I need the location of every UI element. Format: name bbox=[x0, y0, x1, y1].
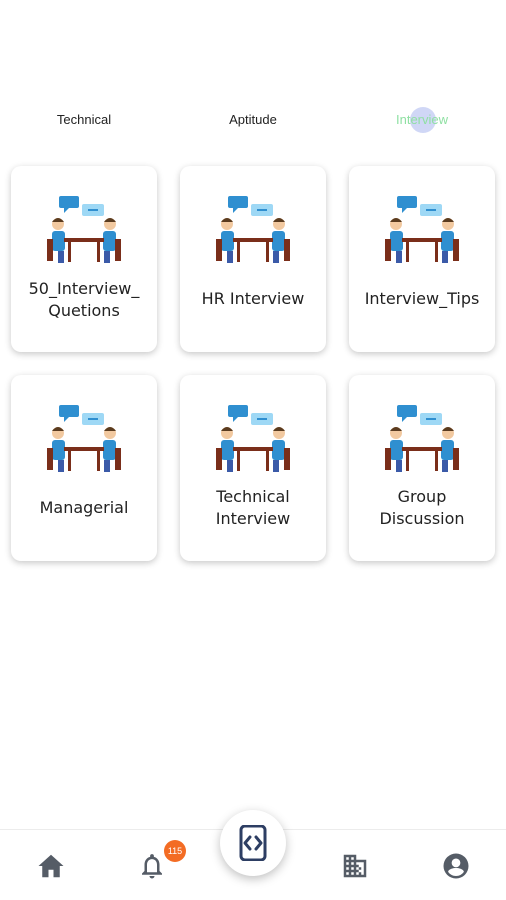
notification-bell-icon bbox=[142, 854, 162, 879]
building-icon bbox=[343, 854, 367, 878]
card-technical-interview[interactable]: Technical Interview bbox=[180, 375, 326, 561]
interview-meeting-icon bbox=[385, 196, 459, 263]
card-interview-tips[interactable]: Interview_Tips bbox=[349, 166, 495, 352]
center-code-button[interactable] bbox=[220, 810, 286, 876]
card-label-line1: Interview_Tips bbox=[364, 289, 480, 308]
card-label-line2: Interview bbox=[215, 509, 291, 528]
interview-meeting-icon bbox=[216, 405, 290, 472]
home-icon bbox=[38, 854, 64, 878]
card-label-line1: Technical bbox=[216, 487, 290, 506]
card-label-line1: HR Interview bbox=[201, 289, 305, 308]
nav-home[interactable] bbox=[31, 846, 71, 886]
nav-profile[interactable] bbox=[436, 846, 476, 886]
card-label-line1: 50_Interview_ bbox=[28, 279, 140, 298]
card-label-line1: Managerial bbox=[39, 498, 129, 517]
card-50-interview-questions[interactable]: 50_Interview_ Quetions bbox=[11, 166, 157, 352]
interview-meeting-icon bbox=[47, 405, 121, 472]
card-managerial[interactable]: Managerial bbox=[11, 375, 157, 561]
interview-category-grid: 50_Interview_ Quetions HR Interview Inte… bbox=[0, 0, 506, 600]
account-icon bbox=[443, 853, 469, 879]
card-label-line2: Discussion bbox=[379, 509, 465, 528]
notification-count-badge: 115 bbox=[164, 840, 186, 862]
card-label-line1: Group bbox=[397, 487, 447, 506]
card-group-discussion[interactable]: Group Discussion bbox=[349, 375, 495, 561]
interview-meeting-icon bbox=[385, 405, 459, 472]
card-hr-interview[interactable]: HR Interview bbox=[180, 166, 326, 352]
code-icon bbox=[239, 825, 267, 861]
card-label-line2: Quetions bbox=[48, 301, 120, 320]
interview-meeting-icon bbox=[47, 196, 121, 263]
interview-meeting-icon bbox=[216, 196, 290, 263]
nav-companies[interactable] bbox=[335, 846, 375, 886]
